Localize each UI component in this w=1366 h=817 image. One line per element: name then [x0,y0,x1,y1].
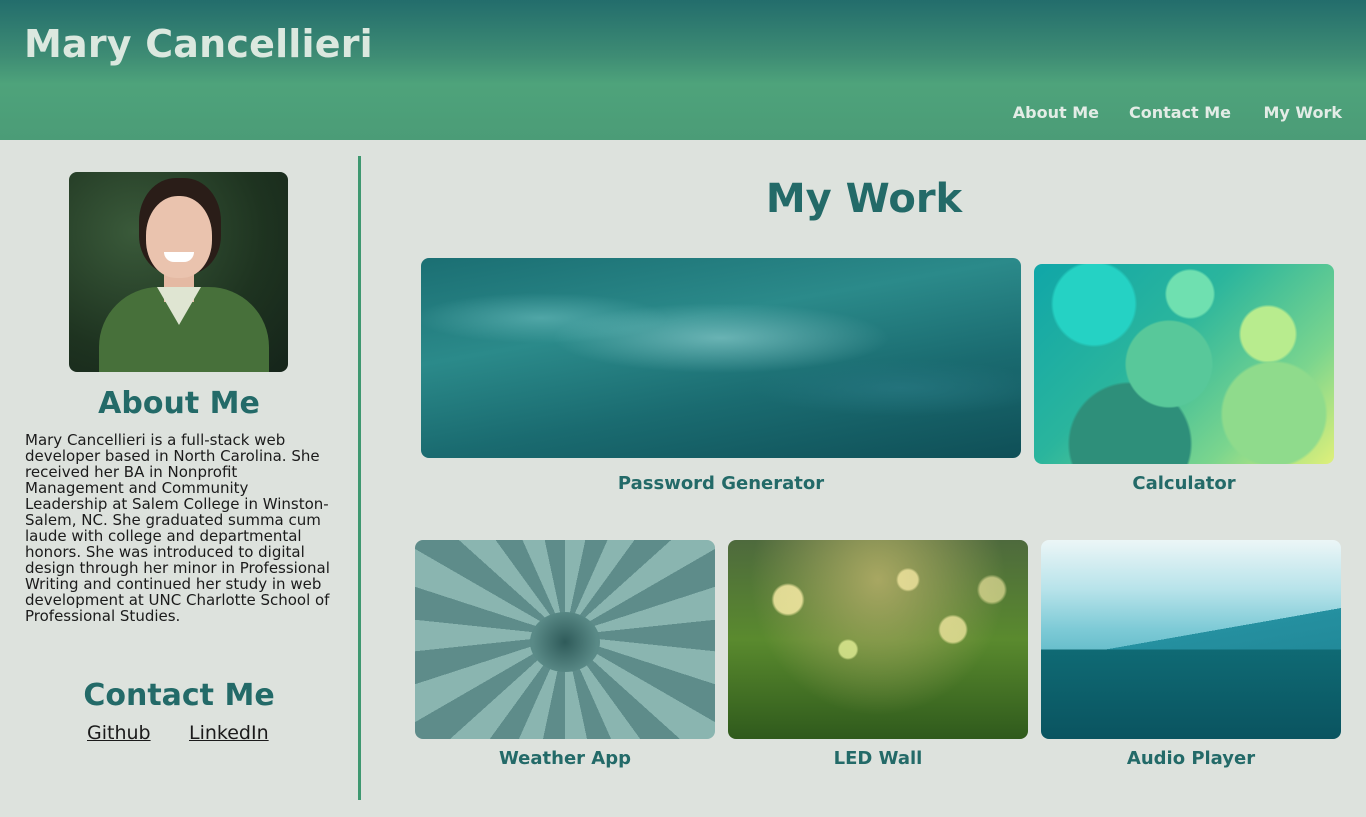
project-title[interactable]: LED Wall [728,748,1028,769]
work-title: My Work [765,176,963,222]
nav-contact-me[interactable]: Contact Me [1129,103,1231,122]
project-title[interactable]: Weather App [415,748,715,769]
profile-photo [69,172,288,372]
project-card-weather-app[interactable]: Weather App [415,540,715,775]
nav-about-me[interactable]: About Me [1013,103,1099,122]
sidebar-divider [358,156,361,800]
project-card-password-generator[interactable]: Password Generator [421,258,1021,498]
project-thumbnail[interactable] [1034,264,1334,464]
about-heading: About Me [98,386,260,421]
github-link[interactable]: Github [87,722,151,744]
project-card-led-wall[interactable]: LED Wall [728,540,1028,775]
project-card-calculator[interactable]: Calculator [1034,264,1334,498]
project-thumbnail[interactable] [728,540,1028,739]
project-card-audio-player[interactable]: Audio Player [1041,540,1341,775]
site-header: Mary Cancellieri About Me Contact Me My … [0,0,1366,140]
linkedin-link[interactable]: LinkedIn [189,722,269,744]
project-title[interactable]: Password Generator [421,473,1021,494]
contact-links: Github LinkedIn [0,722,358,748]
contact-heading: Contact Me [83,678,275,713]
project-title[interactable]: Calculator [1034,473,1334,494]
project-title[interactable]: Audio Player [1041,748,1341,769]
nav-my-work[interactable]: My Work [1263,103,1342,122]
about-text: Mary Cancellieri is a full-stack web dev… [25,431,330,625]
project-thumbnail[interactable] [415,540,715,739]
project-thumbnail[interactable] [421,258,1021,458]
project-thumbnail[interactable] [1041,540,1341,739]
site-title: Mary Cancellieri [24,22,373,66]
